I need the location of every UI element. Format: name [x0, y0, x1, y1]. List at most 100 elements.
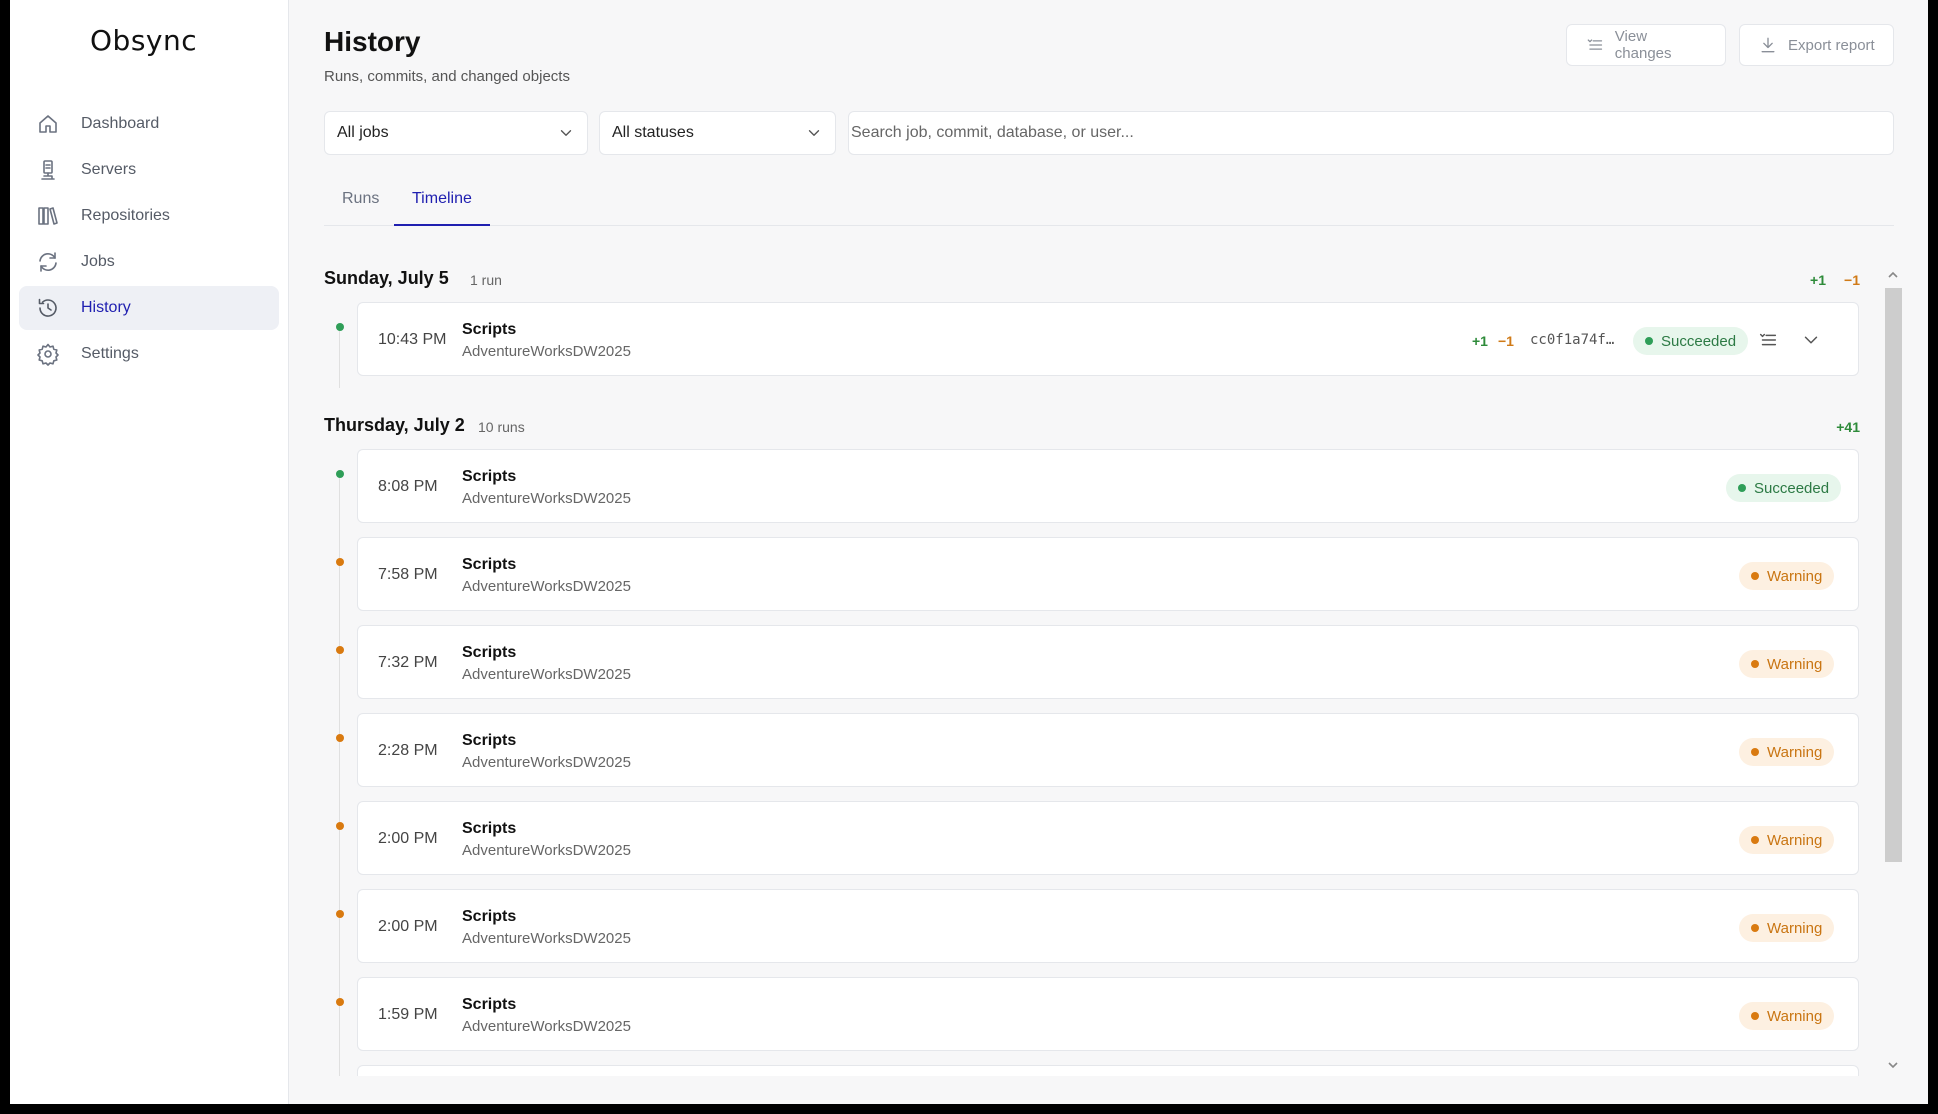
run-database: AdventureWorksDW2025	[462, 490, 631, 507]
group-date: Thursday, July 2	[324, 415, 465, 435]
sidebar-item-dashboard[interactable]: Dashboard	[19, 102, 279, 146]
timeline-group-header: Sunday, July 5 1 run +1 −1	[324, 268, 1860, 298]
run-job-name: Scripts	[462, 468, 517, 485]
timeline-group-header: Thursday, July 2 10 runs +41	[324, 415, 1860, 445]
status-badge: Warning	[1739, 738, 1835, 766]
run-database: AdventureWorksDW2025	[462, 666, 631, 683]
run-database: AdventureWorksDW2025	[462, 754, 631, 771]
sidebar: Obsync Dashboard Servers Repositories Jo…	[10, 0, 289, 1104]
group-date: Sunday, July 5	[324, 268, 449, 288]
run-database: AdventureWorksDW2025	[462, 930, 631, 947]
export-report-button[interactable]: Export report	[1739, 24, 1894, 66]
tab-timeline[interactable]: Timeline	[394, 190, 490, 226]
run-job-name: Scripts	[462, 996, 517, 1013]
gear-icon	[35, 341, 61, 367]
status-filter-value: All statuses	[612, 124, 694, 141]
sidebar-item-jobs[interactable]: Jobs	[19, 240, 279, 284]
run-added-count: +1	[1472, 333, 1488, 349]
status-badge: Warning	[1739, 826, 1835, 854]
sidebar-item-label: Servers	[81, 161, 137, 178]
status-badge: Succeeded	[1726, 474, 1842, 502]
chevron-down-icon	[808, 130, 820, 136]
server-icon	[35, 157, 61, 183]
sidebar-item-label: History	[81, 299, 131, 316]
group-run-count: 1 run	[470, 272, 502, 288]
chevron-down-icon	[560, 130, 572, 136]
run-removed-count: −1	[1498, 333, 1514, 349]
timeline-dot	[336, 646, 344, 654]
sidebar-item-history[interactable]: History	[19, 286, 279, 330]
view-changes-button[interactable]: View changes	[1566, 24, 1726, 66]
run-job-name: Scripts	[462, 908, 517, 925]
run-card[interactable]	[357, 1065, 1859, 1076]
run-job-name: Scripts	[462, 321, 517, 338]
commit-hash[interactable]: cc0f1a74f…	[1530, 332, 1614, 348]
run-card[interactable]: 7:58 PM Scripts AdventureWorksDW2025 War…	[357, 537, 1859, 611]
chevron-down-icon[interactable]	[1798, 327, 1824, 353]
timeline-dot	[336, 558, 344, 566]
run-time: 1:59 PM	[378, 1006, 438, 1023]
scroll-up-icon[interactable]	[1887, 268, 1899, 280]
view-changes-label: View changes	[1614, 28, 1672, 62]
group-added-count: +1	[1810, 272, 1826, 288]
timeline-rail	[339, 326, 340, 388]
run-job-name: Scripts	[462, 820, 517, 837]
run-job-name: Scripts	[462, 556, 517, 573]
sidebar-item-repositories[interactable]: Repositories	[19, 194, 279, 238]
status-badge: Warning	[1739, 562, 1835, 590]
page-title: History	[324, 26, 421, 57]
list-icon	[1587, 39, 1603, 50]
run-database: AdventureWorksDW2025	[462, 842, 631, 859]
jobs-filter-select[interactable]: All jobs	[324, 111, 588, 155]
main-content: History Runs, commits, and changed objec…	[289, 0, 1928, 1104]
timeline-dot	[336, 998, 344, 1006]
sidebar-item-label: Settings	[81, 345, 139, 362]
timeline-list[interactable]: Sunday, July 5 1 run +1 −1 10:43 PM Scri…	[324, 262, 1894, 1076]
run-card[interactable]: 8:08 PM Scripts AdventureWorksDW2025 Suc…	[357, 449, 1859, 523]
view-changes-icon[interactable]	[1755, 327, 1781, 353]
group-added-count: +41	[1836, 419, 1860, 435]
run-job-name: Scripts	[462, 732, 517, 749]
timeline-dot	[336, 323, 344, 331]
group-run-count: 10 runs	[478, 419, 525, 435]
status-badge: Warning	[1739, 650, 1835, 678]
app-window: Obsync Dashboard Servers Repositories Jo…	[10, 0, 1928, 1104]
timeline-dot	[336, 910, 344, 918]
run-card[interactable]: 10:43 PM Scripts AdventureWorksDW2025 +1…	[357, 302, 1859, 376]
run-time: 2:28 PM	[378, 742, 438, 759]
scrollbar-thumb[interactable]	[1885, 288, 1902, 862]
run-card[interactable]: 1:59 PM Scripts AdventureWorksDW2025 War…	[357, 977, 1859, 1051]
sidebar-item-label: Jobs	[81, 253, 115, 270]
run-time: 2:00 PM	[378, 918, 438, 935]
run-card[interactable]: 7:32 PM Scripts AdventureWorksDW2025 War…	[357, 625, 1859, 699]
run-time: 7:58 PM	[378, 566, 438, 583]
run-database: AdventureWorksDW2025	[462, 1018, 631, 1035]
sidebar-item-label: Repositories	[81, 207, 170, 224]
sidebar-item-servers[interactable]: Servers	[19, 148, 279, 192]
page-subtitle: Runs, commits, and changed objects	[324, 68, 570, 85]
run-time: 8:08 PM	[378, 478, 438, 495]
run-card[interactable]: 2:28 PM Scripts AdventureWorksDW2025 War…	[357, 713, 1859, 787]
sidebar-nav: Dashboard Servers Repositories Jobs Hist…	[19, 102, 279, 378]
search-input[interactable]	[848, 111, 1894, 155]
refresh-icon	[35, 249, 61, 275]
sidebar-item-settings[interactable]: Settings	[19, 332, 279, 376]
status-badge: Warning	[1739, 1002, 1835, 1030]
run-card[interactable]: 2:00 PM Scripts AdventureWorksDW2025 War…	[357, 801, 1859, 875]
timeline-dot	[336, 822, 344, 830]
run-card[interactable]: 2:00 PM Scripts AdventureWorksDW2025 War…	[357, 889, 1859, 963]
sidebar-item-label: Dashboard	[81, 115, 160, 132]
history-icon	[35, 295, 61, 321]
run-time: 7:32 PM	[378, 654, 438, 671]
app-logo: Obsync	[90, 24, 198, 57]
tab-runs[interactable]: Runs	[342, 190, 379, 224]
group-removed-count: −1	[1844, 272, 1860, 288]
run-time: 2:00 PM	[378, 830, 438, 847]
status-filter-select[interactable]: All statuses	[599, 111, 836, 155]
jobs-filter-value: All jobs	[337, 124, 389, 141]
export-report-label: Export report	[1788, 36, 1875, 54]
scroll-down-icon[interactable]	[1887, 1058, 1899, 1070]
run-job-name: Scripts	[462, 644, 517, 661]
timeline-scrollbar[interactable]	[1883, 268, 1902, 1076]
status-badge: Warning	[1739, 914, 1835, 942]
